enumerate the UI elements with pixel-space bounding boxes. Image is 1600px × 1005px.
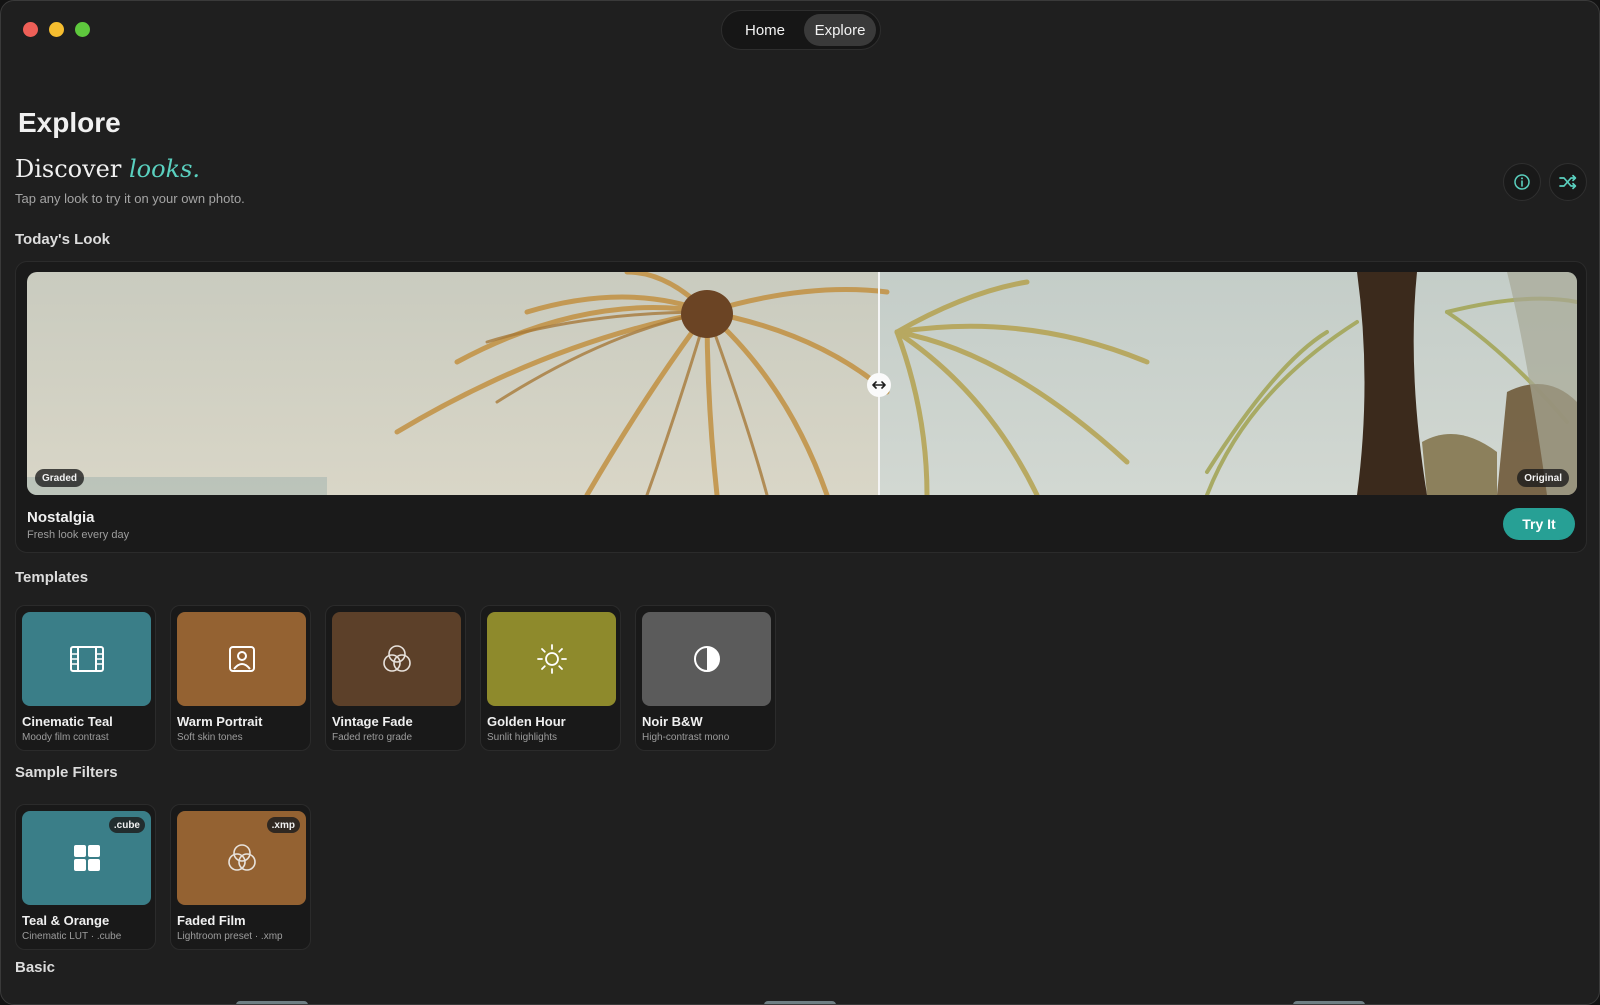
template-subtitle: High-contrast mono — [642, 732, 730, 743]
before-after-photo[interactable]: Graded Original — [27, 272, 1577, 495]
arrows-horizontal-icon — [872, 381, 886, 389]
discover-accent: looks. — [129, 155, 201, 183]
close-window-button[interactable] — [23, 22, 38, 37]
template-card-noir-bw[interactable]: Noir B&W High-contrast mono — [635, 605, 776, 751]
template-title: Cinematic Teal — [22, 714, 113, 729]
look-description: Fresh look every day — [27, 529, 130, 541]
app-window: Home Explore Explore Discover looks. Tap… — [0, 0, 1600, 1005]
color-circles-icon — [382, 645, 411, 672]
discover-prefix: Discover — [15, 155, 122, 183]
filter-title: Faded Film — [177, 913, 246, 928]
template-card-warm-portrait[interactable]: Warm Portrait Soft skin tones — [170, 605, 311, 751]
try-it-button[interactable]: Try It — [1503, 508, 1575, 540]
tab-home[interactable]: Home — [726, 14, 804, 46]
basic-card-preview[interactable] — [1293, 1001, 1365, 1004]
discover-subtitle: Tap any look to try it on your own photo… — [15, 191, 245, 206]
page-title: Explore — [18, 107, 121, 138]
shuffle-button[interactable] — [1549, 163, 1587, 201]
portrait-icon — [228, 646, 255, 672]
template-subtitle: Soft skin tones — [177, 732, 243, 743]
top-nav-segmented-control: Home Explore — [721, 10, 881, 50]
original-badge: Original — [1517, 469, 1569, 487]
grid-icon — [73, 845, 100, 871]
zoom-window-button[interactable] — [75, 22, 90, 37]
info-button[interactable] — [1503, 163, 1541, 201]
sun-icon — [536, 644, 567, 674]
filter-title: Teal & Orange — [22, 913, 110, 928]
graded-badge: Graded — [35, 469, 85, 487]
templates-heading: Templates — [15, 569, 89, 586]
template-swatch — [487, 612, 616, 706]
basic-card-preview[interactable] — [764, 1001, 836, 1004]
templates-grid: Cinematic Teal Moody film contrast Warm … — [15, 605, 776, 751]
template-swatch — [177, 612, 306, 706]
tab-explore[interactable]: Explore — [804, 14, 876, 46]
template-card-cinematic-teal[interactable]: Cinematic Teal Moody film contrast — [15, 605, 156, 751]
sample-filters-heading: Sample Filters — [15, 764, 118, 781]
color-circles-icon — [227, 844, 256, 871]
sample-filters-grid: .cube Teal & Orange Cinematic LUT · .cub… — [15, 804, 311, 950]
filter-card-faded-film[interactable]: .xmp Faded Film Lightroom preset · .xmp — [170, 804, 311, 950]
minimize-window-button[interactable] — [49, 22, 64, 37]
template-subtitle: Sunlit highlights — [487, 732, 558, 743]
template-title: Golden Hour — [487, 714, 566, 729]
todays-look-card: Graded Original Nostalgia Fresh look eve… — [15, 261, 1587, 553]
shuffle-icon — [1559, 174, 1577, 190]
filter-swatch: .cube — [22, 811, 151, 905]
half-circle-icon — [693, 646, 720, 672]
filter-subtitle: Lightroom preset · .xmp — [177, 931, 283, 942]
info-icon — [1514, 174, 1530, 190]
palm-tree-photo — [27, 272, 1577, 495]
template-title: Noir B&W — [642, 714, 703, 729]
template-card-golden-hour[interactable]: Golden Hour Sunlit highlights — [480, 605, 621, 751]
film-icon — [69, 646, 104, 672]
discover-heading: Discover looks. — [15, 155, 200, 183]
template-swatch — [642, 612, 771, 706]
basic-card-preview[interactable] — [236, 1001, 308, 1004]
window-controls — [23, 22, 90, 37]
filter-swatch: .xmp — [177, 811, 306, 905]
basic-heading: Basic — [15, 959, 56, 976]
template-card-vintage-fade[interactable]: Vintage Fade Faded retro grade — [325, 605, 466, 751]
todays-look-heading: Today's Look — [15, 231, 110, 248]
template-title: Vintage Fade — [332, 714, 413, 729]
filter-card-teal-orange[interactable]: .cube Teal & Orange Cinematic LUT · .cub… — [15, 804, 156, 950]
file-type-badge: .cube — [108, 817, 145, 833]
template-swatch — [332, 612, 461, 706]
look-name: Nostalgia — [27, 509, 95, 526]
template-title: Warm Portrait — [177, 714, 263, 729]
template-subtitle: Faded retro grade — [332, 732, 413, 743]
file-type-badge: .xmp — [266, 817, 300, 833]
filter-subtitle: Cinematic LUT · .cube — [22, 931, 122, 942]
comparison-drag-handle[interactable] — [867, 373, 891, 397]
template-subtitle: Moody film contrast — [22, 732, 109, 743]
template-swatch — [22, 612, 151, 706]
